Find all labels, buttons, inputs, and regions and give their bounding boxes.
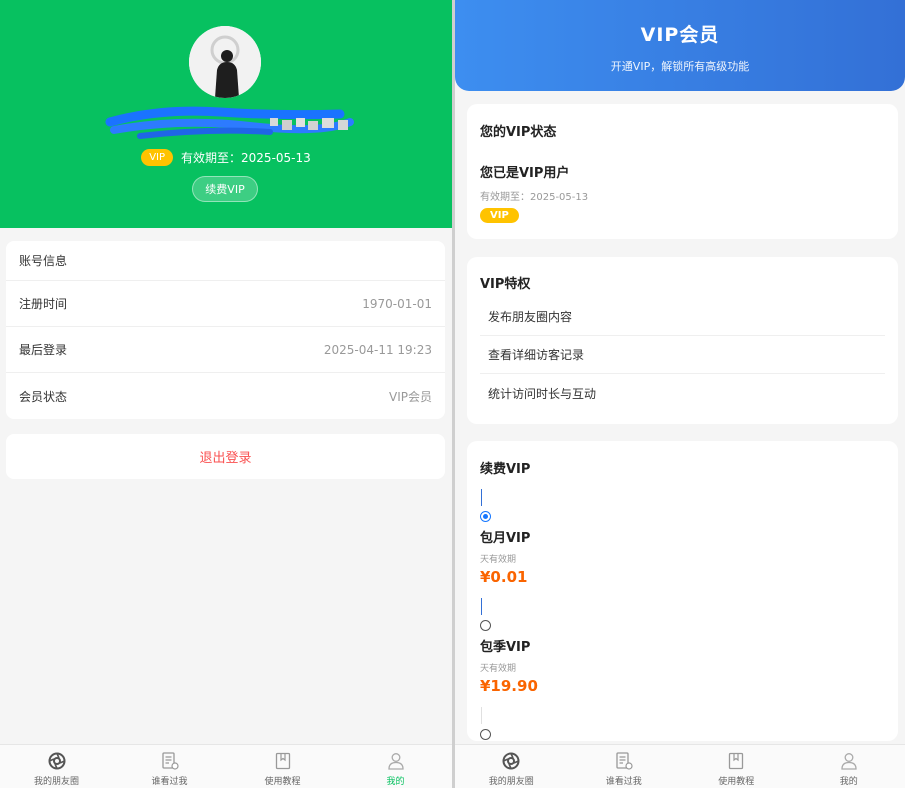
info-label: 会员状态 [19, 389, 68, 404]
tab-tutorial[interactable]: 使用教程 [226, 745, 339, 788]
plan-accent-bar [481, 598, 482, 615]
bookmark-icon [275, 752, 290, 770]
privilege-item: 统计访问时长与互动 [488, 386, 597, 401]
bottom-tabbar: 我的朋友圈 谁看过我 使用教程 我的 [0, 744, 452, 788]
vip-status-expiry: 有效期至：2025-05-13 [480, 192, 589, 203]
vip-page-title: VIP会员 [640, 24, 720, 46]
tab-label: 我的 [386, 777, 405, 787]
plan-radio-quarterly[interactable] [480, 620, 491, 631]
tab-visitors[interactable]: 谁看过我 [113, 745, 226, 788]
vip-expiry: 有效期至：2025-05-13 [181, 151, 311, 165]
tab-label: 使用教程 [718, 777, 755, 787]
profile-header: VIP 有效期至：2025-05-13 续费VIP [0, 0, 452, 228]
plan-accent-bar [481, 707, 482, 724]
info-row-last-login: 最后登录 2025-04-11 19:23 [6, 327, 445, 373]
info-value: VIP会员 [389, 389, 432, 404]
info-value: 2025-04-11 19:23 [323, 342, 432, 357]
tab-me[interactable]: 我的 [793, 745, 905, 788]
profile-screen: VIP 有效期至：2025-05-13 续费VIP 账号信息 注册时间 1970… [0, 0, 452, 788]
renew-vip-title: 续费VIP [480, 462, 531, 477]
plan-validity: 天有效期 [480, 664, 517, 674]
plan-option-quarterly[interactable]: 包季VIP 天有效期 ¥19.90 [480, 598, 885, 695]
plan-name: 包季VIP [480, 640, 531, 655]
vip-status-card: 您的VIP状态 您已是VIP用户 有效期至：2025-05-13 VIP [467, 104, 898, 239]
info-row-member-status: 会员状态 VIP会员 [6, 373, 445, 419]
plan-option-monthly[interactable]: 包月VIP 天有效期 ¥0.01 [480, 489, 885, 586]
plan-option-next[interactable] [480, 707, 885, 740]
vip-privileges-title: VIP特权 [480, 277, 531, 292]
avatar[interactable] [189, 26, 261, 98]
renew-vip-card: 续费VIP 包月VIP 天有效期 ¥0.01 包季VIP 天有效期 ¥19.90 [467, 441, 898, 741]
visitor-icon [161, 752, 179, 770]
vip-badge: VIP [141, 149, 174, 166]
visitor-icon [616, 752, 633, 770]
plan-radio-next[interactable] [480, 729, 491, 740]
logout-button[interactable]: 退出登录 [6, 434, 445, 479]
moments-icon [48, 752, 65, 770]
tab-label: 我的朋友圈 [488, 777, 534, 787]
privilege-item: 发布朋友圈内容 [480, 298, 885, 336]
vip-banner: VIP会员 开通VIP，解锁所有高级功能 [455, 0, 905, 91]
privilege-item: 查看详细访客记录 [480, 336, 885, 374]
plan-radio-monthly[interactable] [480, 511, 491, 522]
account-info-heading: 账号信息 [19, 254, 68, 268]
tab-label: 谁看过我 [605, 777, 642, 787]
vip-info-row: VIP 有效期至：2025-05-13 [0, 149, 452, 166]
tab-label: 我的朋友圈 [33, 777, 79, 787]
redacted-nickname [105, 106, 354, 139]
info-row-register-time: 注册时间 1970-01-01 [6, 281, 445, 327]
bottom-tabbar: 我的朋友圈 谁看过我 使用教程 我的 [455, 744, 905, 788]
tab-visitors[interactable]: 谁看过我 [568, 745, 681, 788]
info-label: 注册时间 [19, 297, 68, 311]
plan-price: ¥0.01 [480, 568, 528, 586]
tab-tutorial[interactable]: 使用教程 [680, 745, 793, 788]
tab-label: 使用教程 [264, 777, 301, 787]
user-icon [841, 753, 857, 770]
tab-label: 谁看过我 [151, 777, 188, 787]
vip-status-badge: VIP [480, 208, 519, 223]
vip-status-title: 您的VIP状态 [480, 125, 557, 140]
bookmark-icon [729, 752, 744, 770]
tab-moments[interactable]: 我的朋友圈 [455, 745, 568, 788]
tab-label: 我的 [839, 777, 858, 787]
info-label: 最后登录 [19, 343, 68, 357]
info-value: 1970-01-01 [362, 296, 432, 311]
tab-me[interactable]: 我的 [339, 745, 452, 788]
avatar-photo-icon [189, 26, 261, 98]
user-icon [387, 753, 404, 770]
plan-name: 包月VIP [480, 531, 531, 546]
renew-vip-button[interactable]: 续费VIP [192, 176, 258, 202]
account-info-title: 账号信息 [6, 241, 445, 281]
vip-status-text: 您已是VIP用户 [480, 166, 570, 181]
vip-page-subtitle: 开通VIP，解锁所有高级功能 [610, 60, 750, 73]
plan-accent-bar [481, 489, 482, 506]
plan-price: ¥19.90 [480, 677, 538, 695]
vip-screen: VIP会员 开通VIP，解锁所有高级功能 您的VIP状态 您已是VIP用户 有效… [455, 0, 905, 788]
tab-moments[interactable]: 我的朋友圈 [0, 745, 113, 788]
plan-validity: 天有效期 [480, 555, 517, 565]
moments-icon [502, 752, 520, 770]
privilege-list: 发布朋友圈内容 查看详细访客记录 统计访问时长与互动 [480, 298, 885, 412]
account-info-card: 账号信息 注册时间 1970-01-01 最后登录 2025-04-11 19:… [6, 241, 445, 419]
vip-privileges-card: VIP特权 发布朋友圈内容 查看详细访客记录 统计访问时长与互动 [467, 257, 898, 424]
